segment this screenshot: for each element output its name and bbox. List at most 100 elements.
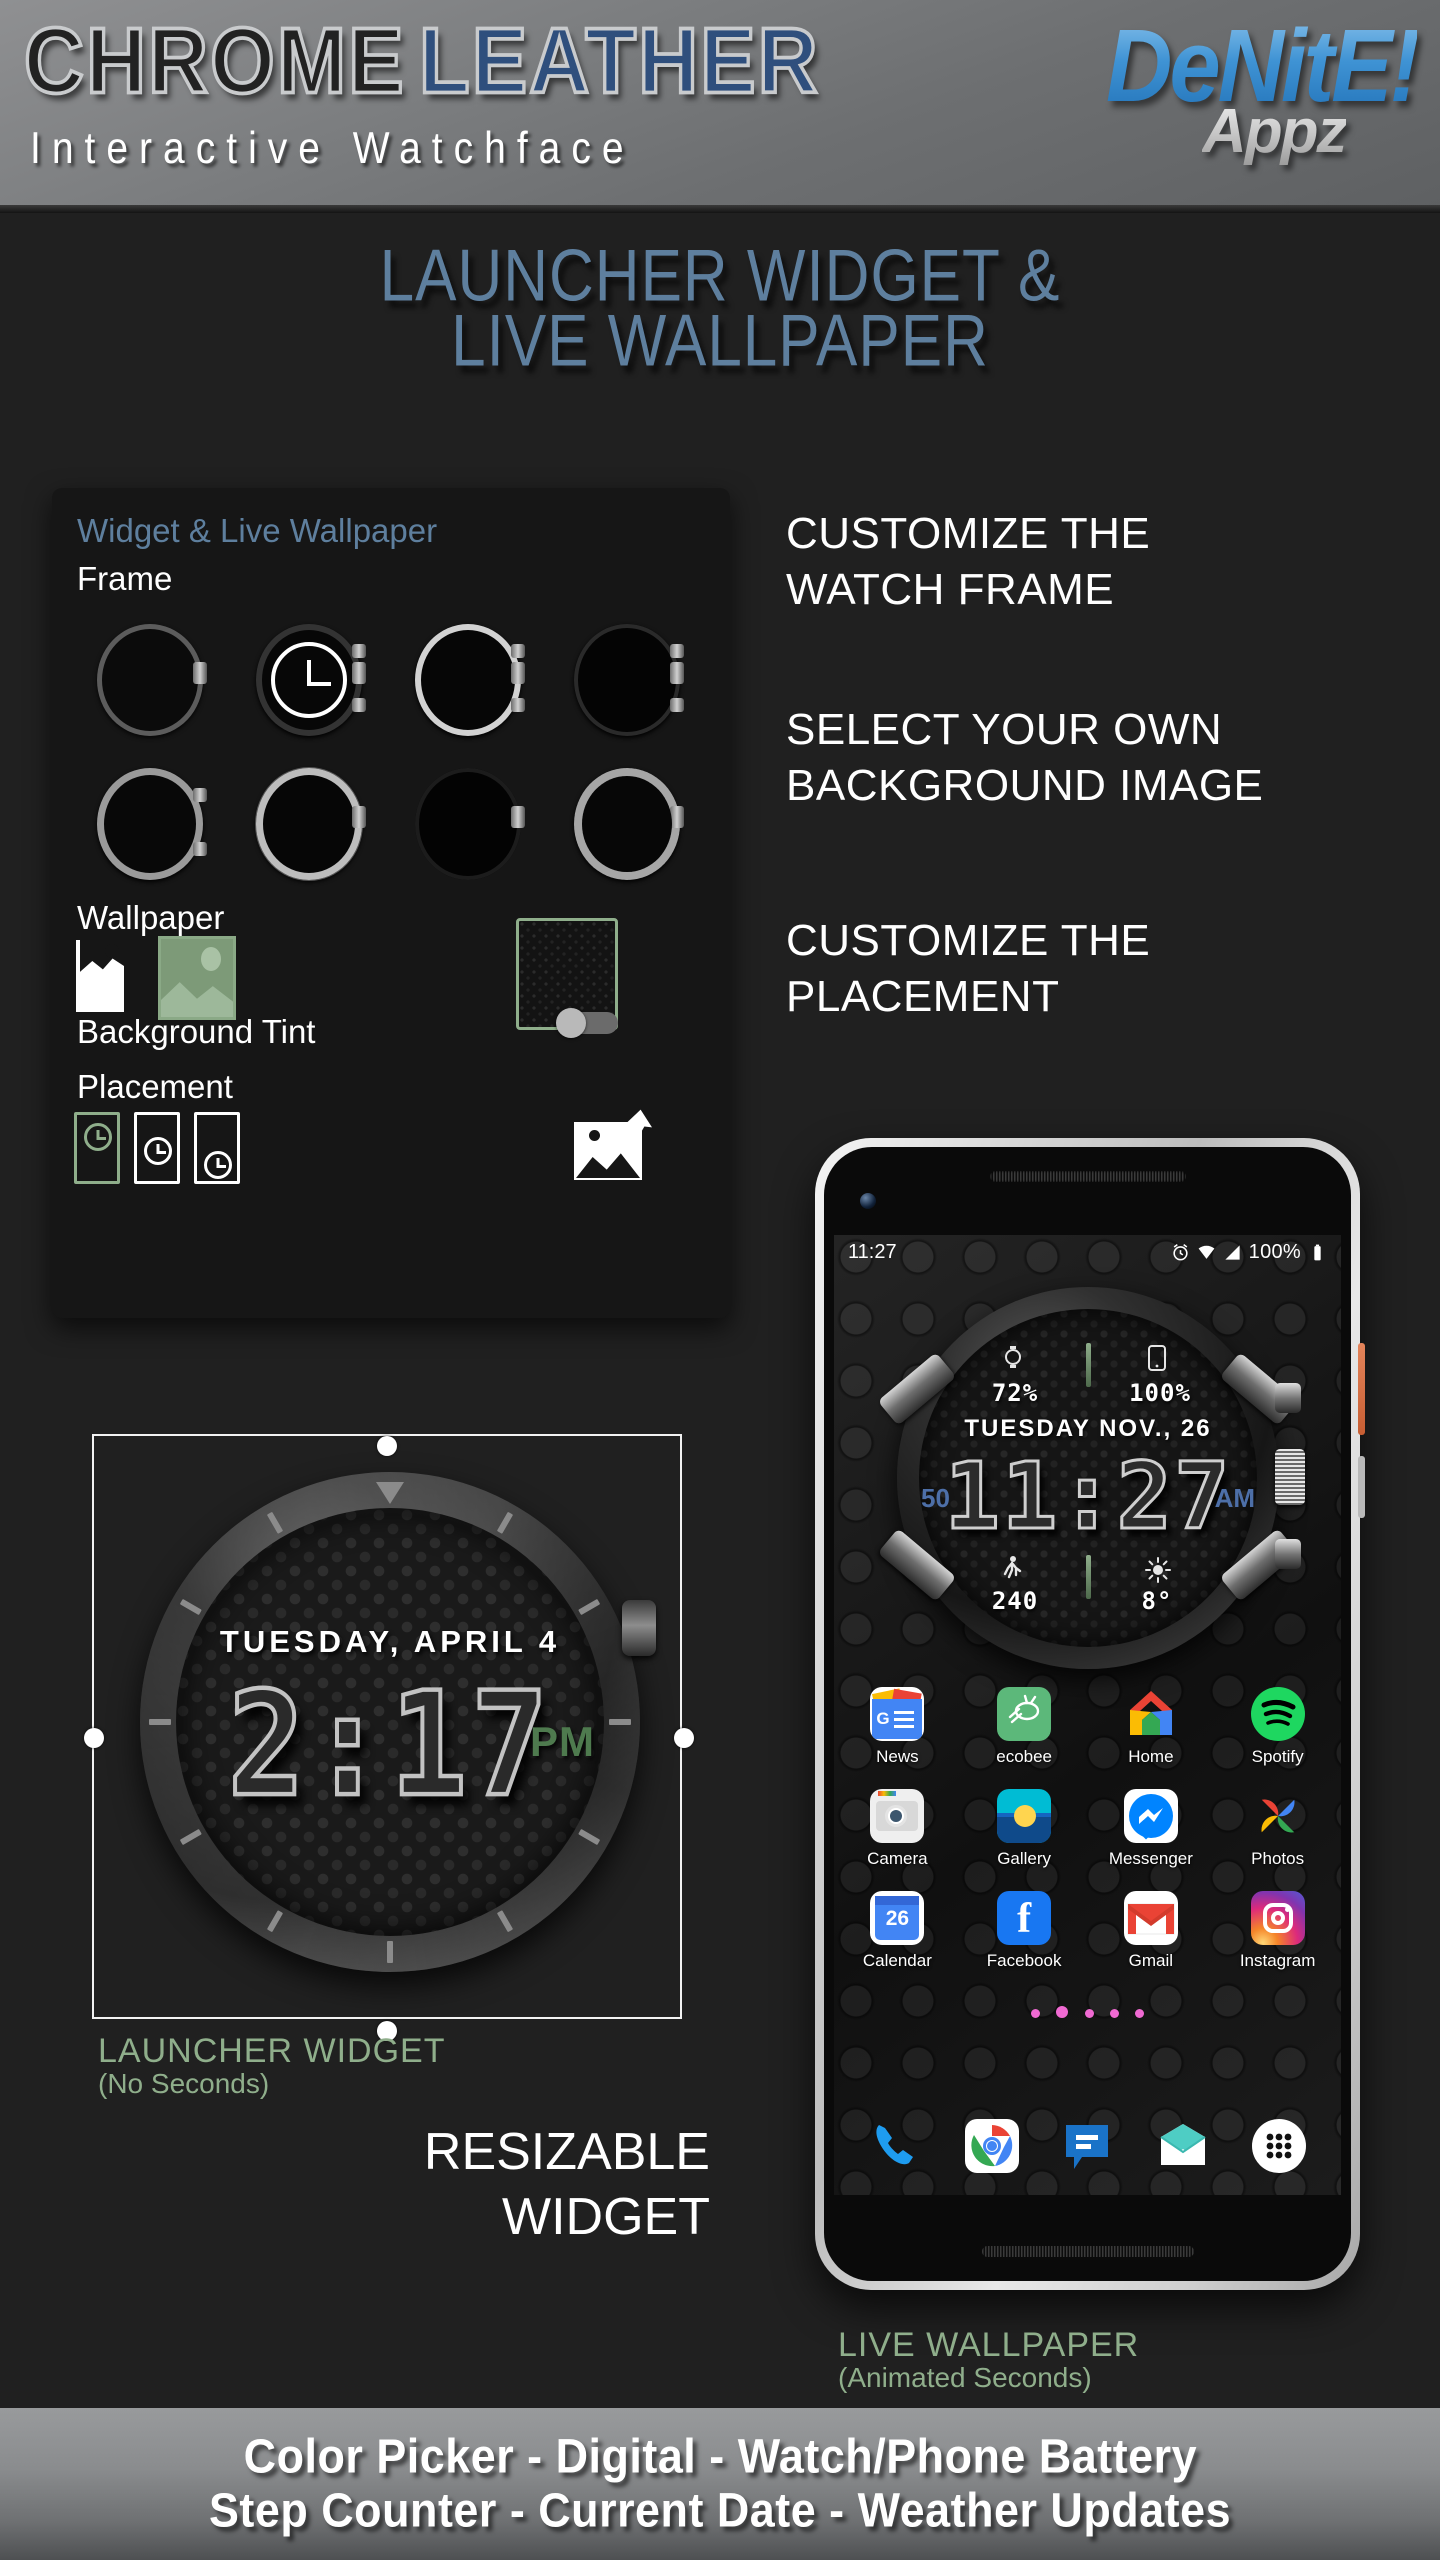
brand-title-chrome: CHROME — [22, 8, 406, 113]
page-indicator-dots — [834, 2005, 1341, 2023]
app-messenger[interactable]: Messenger — [1103, 1789, 1199, 1869]
app-gallery[interactable]: Gallery — [976, 1789, 1072, 1869]
frame-option-chrome[interactable] — [392, 612, 544, 748]
resizable-line1: RESIZABLE — [423, 2123, 710, 2181]
messages-icon[interactable] — [1060, 2119, 1114, 2173]
background-tint-label: Background Tint — [77, 1013, 316, 1050]
feature-text-background: SELECT YOUR OWN BACKGROUND IMAGE — [786, 702, 1263, 815]
camera-icon — [870, 1789, 925, 1843]
temperature-value: 8° — [1141, 1587, 1173, 1615]
app-label: Gallery — [997, 1849, 1052, 1868]
frame-option-plain-black[interactable] — [392, 756, 544, 892]
frame-option-studded[interactable] — [233, 756, 385, 892]
frame-section-label: Frame — [77, 560, 173, 597]
app-dock — [834, 2119, 1341, 2173]
app-news[interactable]: G News — [849, 1687, 945, 1767]
brand-title-leather: LEATHER — [417, 8, 820, 113]
app-label: Calendar — [862, 1951, 932, 1970]
page-dot[interactable] — [1135, 2009, 1145, 2018]
app-home[interactable]: Home — [1103, 1687, 1199, 1767]
toggle-knob — [556, 1008, 586, 1038]
wallpaper-option-none[interactable] — [76, 940, 124, 1012]
status-bar-icons: 100% — [1171, 1241, 1327, 1264]
signal-icon — [1225, 1244, 1240, 1260]
app-label: Photos — [1251, 1849, 1305, 1868]
page-title-line2: LIVE WALLPAPER — [451, 300, 989, 383]
spotify-icon — [1250, 1687, 1305, 1741]
phone-battery-value: 100% — [1129, 1379, 1191, 1407]
placement-option-bottom[interactable] — [194, 1112, 240, 1184]
live-wallpaper-caption-sub: (Animated Seconds) — [838, 2362, 1092, 2393]
phone-icon[interactable] — [869, 2119, 923, 2173]
page-title: LAUNCHER WIDGET & LIVE WALLPAPER — [0, 238, 1440, 380]
frame-option-black-steel[interactable] — [551, 612, 703, 748]
widget-ampm: PM — [530, 1718, 595, 1765]
page-dot-active[interactable] — [1056, 2006, 1069, 2018]
page-dot[interactable] — [1030, 2009, 1040, 2018]
frame-option-clock-selected[interactable] — [233, 612, 385, 748]
app-facebook[interactable]: f Facebook — [976, 1891, 1072, 1971]
resize-handle-top[interactable] — [377, 1436, 397, 1456]
settings-panel: Widget & Live Wallpaper Frame Wallpaper — [52, 488, 730, 1318]
app-spotify[interactable]: Spotify — [1230, 1687, 1326, 1767]
app-camera[interactable]: Camera — [849, 1789, 945, 1869]
wallpaper-section-label: Wallpaper — [77, 899, 225, 936]
placement-option-top[interactable] — [74, 1112, 120, 1184]
app-calendar[interactable]: 26 Calendar — [849, 1891, 945, 1971]
brand-subtitle: Interactive Watchface — [30, 124, 635, 174]
app-ecobee[interactable]: ecobee — [976, 1687, 1072, 1767]
email-icon[interactable] — [1156, 2119, 1210, 2173]
phone-watch-crown — [1275, 1449, 1305, 1505]
feature-1-line2: WATCH FRAME — [786, 565, 1115, 615]
app-photos[interactable]: Photos — [1230, 1789, 1326, 1869]
step-count-value: 240 — [991, 1587, 1039, 1615]
frame-option-knurled[interactable] — [551, 756, 703, 892]
volume-button[interactable] — [1358, 1456, 1365, 1518]
footer-line1: Color Picker - Digital - Watch/Phone Bat… — [243, 2429, 1197, 2484]
app-label: Gmail — [1128, 1951, 1174, 1970]
launcher-widget-preview: TUESDAY, APRIL 4 2:17 PM — [84, 1424, 694, 2041]
watch-divider-top — [1086, 1343, 1091, 1387]
denite-appz-logo: DeNitE! Appz — [1092, 8, 1432, 178]
feature-3-line2: PLACEMENT — [786, 972, 1060, 1022]
watch-date: TUESDAY NOV., 26 — [964, 1415, 1212, 1442]
live-wallpaper-watch-face[interactable]: 72% 100% 240 8° TUESDAY NOV., 26 11:27 5… — [877, 1287, 1305, 1669]
brand-title: CHROME LEATHER — [14, 6, 1094, 116]
app-label: News — [876, 1747, 919, 1766]
widget-watch-face[interactable]: TUESDAY, APRIL 4 2:17 PM — [140, 1472, 656, 1972]
app-label: Instagram — [1239, 1951, 1316, 1970]
feature-1-line1: CUSTOMIZE THE — [786, 509, 1151, 558]
app-header: CHROME LEATHER Interactive Watchface DeN… — [0, 0, 1440, 213]
page-dot[interactable] — [1084, 2009, 1094, 2018]
watch-battery-value: 72% — [991, 1379, 1039, 1407]
app-instagram[interactable]: Instagram — [1230, 1891, 1326, 1971]
wallpaper-option-image[interactable] — [158, 936, 236, 1020]
app-drawer-icon[interactable] — [1252, 2119, 1307, 2173]
feature-text-placement: CUSTOMIZE THE PLACEMENT — [786, 913, 1150, 1026]
placement-section-label: Placement — [77, 1068, 233, 1105]
app-row: Camera Gallery Messenger Photos — [834, 1789, 1341, 1869]
live-wallpaper-caption-title: LIVE WALLPAPER — [838, 2326, 1140, 2364]
background-tint-toggle[interactable] — [556, 1008, 618, 1038]
app-row: 26 Calendar f Facebook Gmail Instagram — [834, 1891, 1341, 1971]
chrome-icon[interactable] — [964, 2119, 1019, 2173]
watch-battery-icon — [1005, 1346, 1021, 1368]
app-label: Home — [1128, 1747, 1174, 1766]
wifi-icon — [1198, 1245, 1215, 1259]
app-gmail[interactable]: Gmail — [1103, 1891, 1199, 1971]
pick-image-button[interactable] — [574, 1108, 652, 1180]
feature-3-line1: CUSTOMIZE THE — [786, 916, 1151, 965]
resize-handle-right[interactable] — [674, 1728, 694, 1748]
logo-appz-text: Appz — [1202, 97, 1348, 166]
google-photos-icon — [1251, 1789, 1305, 1843]
facebook-icon: f — [997, 1891, 1052, 1945]
feature-text-frame: CUSTOMIZE THE WATCH FRAME — [786, 506, 1150, 619]
frame-option-brushed-steel[interactable] — [74, 756, 226, 892]
app-label: ecobee — [996, 1747, 1053, 1766]
placement-option-center[interactable] — [134, 1112, 180, 1184]
instagram-icon — [1250, 1891, 1305, 1945]
resize-handle-left[interactable] — [84, 1728, 104, 1748]
power-button[interactable] — [1358, 1343, 1365, 1435]
page-dot[interactable] — [1109, 2009, 1119, 2018]
frame-option-dark-bezel[interactable] — [74, 612, 226, 748]
